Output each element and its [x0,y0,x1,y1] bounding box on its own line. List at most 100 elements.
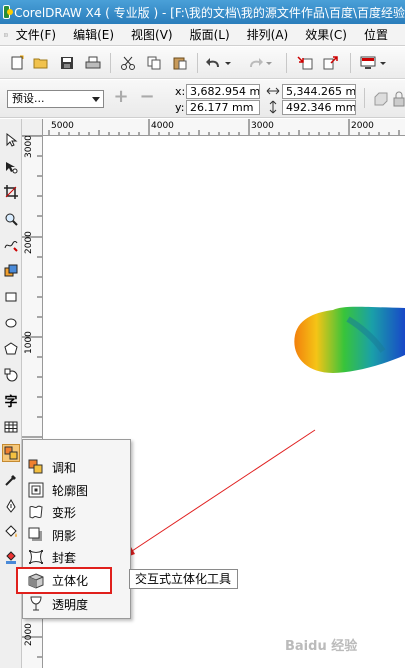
menu-arrange[interactable]: 排列(A) [247,26,289,43]
document-icon[interactable] [4,28,8,42]
blend-tool-icon[interactable] [2,444,20,462]
distort-icon [28,504,44,520]
menu-edit[interactable]: 编辑(E) [73,26,114,43]
pick-tool-icon[interactable] [2,131,20,149]
shape-tool-icon[interactable] [2,158,20,176]
redo-icon[interactable] [247,55,263,71]
fill-tool-icon[interactable] [2,523,20,541]
application-launcher-icon[interactable] [360,55,376,71]
toolbar-separator [350,53,351,73]
export-icon[interactable] [323,55,339,71]
menu-bitmaps[interactable]: 位置 [364,26,388,43]
flyout-label: 封套 [52,550,77,565]
coreldraw-app-icon [3,5,14,19]
window-title: CorelDRAW X4 ( 专业版 ) - [F:\我的文档\我的源文件作品\… [14,5,405,20]
ruler-label: 3000 [24,136,34,158]
menu-view[interactable]: 视图(V) [131,26,173,43]
basic-shapes-tool-icon[interactable] [2,366,20,384]
flyout-item-drop-shadow[interactable]: 阴影 [26,525,128,545]
toolbar-separator [197,53,198,73]
x-label: x: [175,85,186,98]
flyout-item-contour[interactable]: 轮廓图 [26,480,128,500]
open-folder-icon[interactable] [33,55,49,71]
toolbar-separator [364,88,365,108]
new-document-icon[interactable] [9,55,25,71]
flyout-label: 调和 [52,460,77,475]
toolbar-separator [110,53,111,73]
cut-icon[interactable] [120,55,136,71]
toolbar-separator [286,53,287,73]
import-icon[interactable] [297,55,313,71]
eyedropper-tool-icon[interactable] [2,471,20,489]
zoom-tool-icon[interactable] [2,210,20,228]
ruler-label: 4000 [151,121,174,131]
ellipse-tool-icon[interactable] [2,314,20,332]
object-width-icon [266,84,280,98]
flyout-label: 变形 [52,505,77,520]
rectangle-tool-icon[interactable] [2,288,20,306]
ruler-label: 2000 [24,231,34,254]
redo-dropdown-chevron-down-icon[interactable] [265,55,273,71]
flyout-label: 立体化 [52,574,89,588]
x-position-field[interactable]: 3,682.954 mm [186,84,260,99]
freehand-tool-icon[interactable] [2,236,20,254]
table-tool-icon[interactable] [2,418,20,436]
flyout-label: 透明度 [52,597,89,612]
title-bar: CorelDRAW X4 ( 专业版 ) - [F:\我的文档\我的源文件作品\… [0,0,405,24]
ruler-label: 5000 [51,121,74,131]
ruler-label: 2000 [24,623,34,646]
flyout-label: 阴影 [52,528,77,543]
save-icon[interactable] [59,55,75,71]
property-bar: 预设... + − x: 3,682.954 mm y: 26.177 mm 5… [0,80,405,118]
menu-bar: 文件(F) 编辑(E) 视图(V) 版面(L) 排列(A) 效果(C) 位置 [0,24,405,46]
menu-file[interactable]: 文件(F) [16,26,56,43]
flyout-item-blend[interactable]: 调和 [26,457,128,477]
flyout-label: 轮廓图 [52,483,89,498]
flyout-item-transparency[interactable]: 透明度 [26,594,128,614]
outline-pen-tool-icon[interactable] [2,497,20,515]
remove-preset-minus-icon[interactable]: − [139,88,155,106]
polygon-tool-icon[interactable] [2,340,20,358]
copy-icon[interactable] [146,55,162,71]
annotation-arrow-line [128,429,316,554]
standard-toolbar [0,47,405,79]
menu-effects[interactable]: 效果(C) [305,26,347,43]
watermark: Baidu 经验 [285,639,358,654]
flyout-item-extrude[interactable]: 立体化 [16,567,112,594]
launcher-dropdown-chevron-down-icon[interactable] [379,55,387,71]
extrude-depth-icon[interactable] [373,91,389,107]
envelope-icon [28,549,44,565]
contour-icon [28,482,44,498]
drop-shadow-icon [28,527,44,543]
blend-icon [28,459,44,475]
print-icon[interactable] [85,55,101,71]
add-preset-plus-icon[interactable]: + [113,88,129,106]
object-height-icon [266,100,280,114]
extrude-cube-icon [28,572,44,589]
smart-fill-tool-icon[interactable] [2,262,20,280]
crop-tool-icon[interactable] [2,183,20,201]
undo-dropdown-chevron-down-icon[interactable] [224,55,232,71]
menu-layout[interactable]: 版面(L) [190,26,230,43]
y-label: y: [175,101,185,114]
ruler-label: 2000 [351,121,374,131]
height-field[interactable]: 492.346 mm [282,100,356,115]
interactive-tools-flyout: 调和 轮廓图 变形 阴影 封套 立体化 透明度 [16,439,131,619]
flyout-item-envelope[interactable]: 封套 [26,547,128,567]
undo-icon[interactable] [206,55,222,71]
flyout-item-distort[interactable]: 变形 [26,502,128,522]
interactive-fill-tool-icon[interactable] [2,549,20,567]
transparency-wineglass-icon [28,596,44,612]
extrude-tool-tooltip: 交互式立体化工具 [129,569,238,589]
paste-icon[interactable] [172,55,188,71]
chevron-down-icon [92,97,100,102]
ruler-origin-corner[interactable] [22,119,43,136]
y-position-field[interactable]: 26.177 mm [186,100,260,115]
preset-value: 预设... [12,92,45,105]
width-field[interactable]: 5,344.265 mm [282,84,356,99]
lock-icon[interactable] [393,91,405,107]
ruler-label: 3000 [251,121,274,131]
preset-dropdown[interactable]: 预设... [7,90,104,108]
horizontal-ruler[interactable]: 5000 4000 3000 2000 [43,119,405,136]
text-tool-icon[interactable]: 字 [2,391,20,410]
